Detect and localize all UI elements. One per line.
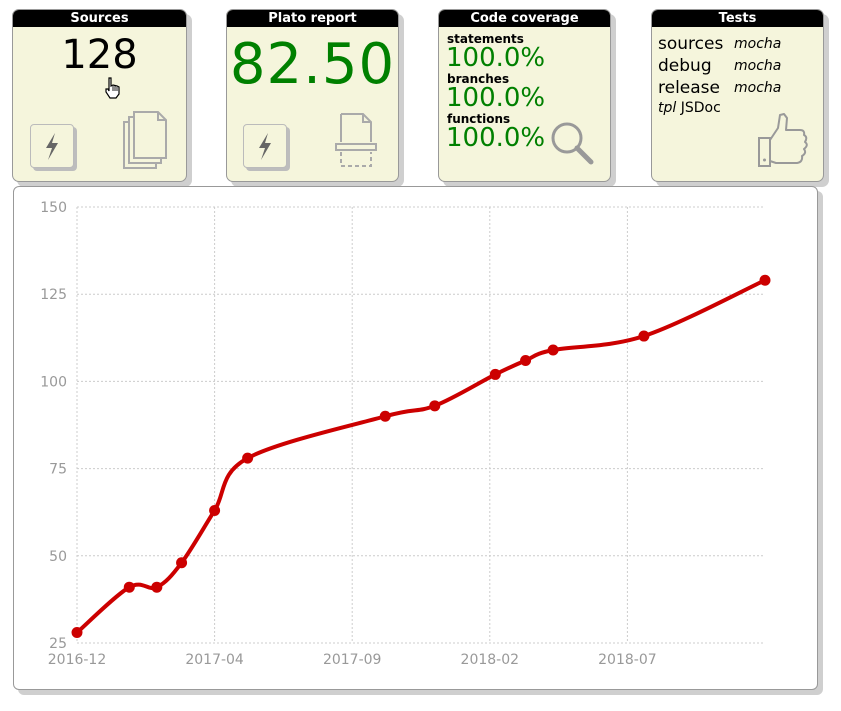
- series-line: [75, 278, 766, 635]
- test-tool: mocha: [734, 58, 782, 74]
- data-point: [176, 557, 188, 569]
- plato-tile[interactable]: Plato report 82.50: [226, 9, 399, 182]
- data-point: [71, 627, 83, 639]
- lightning-icon: [46, 133, 58, 160]
- x-tick-label: 2018-07: [598, 652, 657, 668]
- thumbs-up-icon: [758, 113, 808, 167]
- sources-tile[interactable]: Sources 128: [12, 9, 187, 182]
- plato-score[interactable]: 82.50: [227, 32, 398, 97]
- x-tick-label: 2018-02: [461, 652, 520, 668]
- lightning-icon: [259, 133, 271, 160]
- coverage-statements-value: 100.0%: [446, 43, 546, 73]
- coverage-tile[interactable]: Code coverage statements 100.0% branches…: [438, 9, 611, 182]
- test-tool: mocha: [734, 36, 782, 52]
- hand-cursor-icon: [105, 77, 120, 99]
- x-tick-label: 2017-04: [185, 652, 244, 668]
- y-tick-label: 150: [40, 200, 67, 216]
- test-tool: mocha: [734, 80, 782, 96]
- tests-tile[interactable]: Tests sources mocha debug mocha release …: [651, 9, 824, 182]
- y-tick-label: 100: [40, 374, 67, 390]
- y-tick-label: 50: [49, 549, 67, 565]
- x-tick-label: 2016-12: [48, 652, 107, 668]
- coverage-branches-value: 100.0%: [446, 83, 546, 113]
- x-tick-label: 2017-09: [323, 652, 382, 668]
- test-name: debug: [658, 56, 712, 76]
- y-tick-label: 125: [40, 287, 67, 303]
- coverage-functions-value: 100.0%: [446, 123, 546, 153]
- data-point: [547, 344, 559, 356]
- test-name: release: [658, 78, 720, 98]
- data-point: [638, 330, 650, 342]
- data-point: [123, 581, 135, 593]
- coverage-title: Code coverage: [439, 10, 610, 27]
- y-tick-label: 75: [49, 462, 67, 478]
- test-row-sources[interactable]: sources mocha: [658, 34, 781, 54]
- sources-title: Sources: [13, 10, 186, 27]
- tpl-name: tpl: [658, 100, 677, 116]
- data-point: [242, 452, 254, 464]
- plato-title: Plato report: [227, 10, 398, 27]
- data-point: [151, 581, 163, 593]
- sources-lightning-button[interactable]: [30, 124, 74, 168]
- magnifier-icon[interactable]: [549, 120, 595, 166]
- test-row-debug[interactable]: debug mocha: [658, 56, 781, 76]
- scanner-icon[interactable]: [333, 112, 379, 170]
- data-point: [759, 274, 771, 286]
- chart-svg: 25 50 75 100 125 150 2016-12 2017-04 2017-09 2018…: [40, 200, 771, 668]
- y-tick-label: 25: [49, 636, 67, 652]
- data-point: [520, 354, 532, 366]
- test-row-tpl[interactable]: tpl JSDoc: [658, 100, 721, 116]
- test-name: sources: [658, 34, 724, 54]
- data-point: [209, 504, 221, 516]
- sources-count[interactable]: 128: [13, 32, 186, 78]
- data-point: [429, 400, 441, 412]
- documents-icon[interactable]: [121, 110, 169, 172]
- data-point: [489, 368, 501, 380]
- data-point: [379, 410, 391, 422]
- sources-history-chart: 25 50 75 100 125 150 2016-12 2017-04 2017-09 2018…: [13, 186, 818, 690]
- plato-lightning-button[interactable]: [243, 124, 287, 168]
- test-row-release[interactable]: release mocha: [658, 78, 781, 98]
- tpl-tool: JSDoc: [680, 100, 721, 116]
- tests-title: Tests: [652, 10, 823, 27]
